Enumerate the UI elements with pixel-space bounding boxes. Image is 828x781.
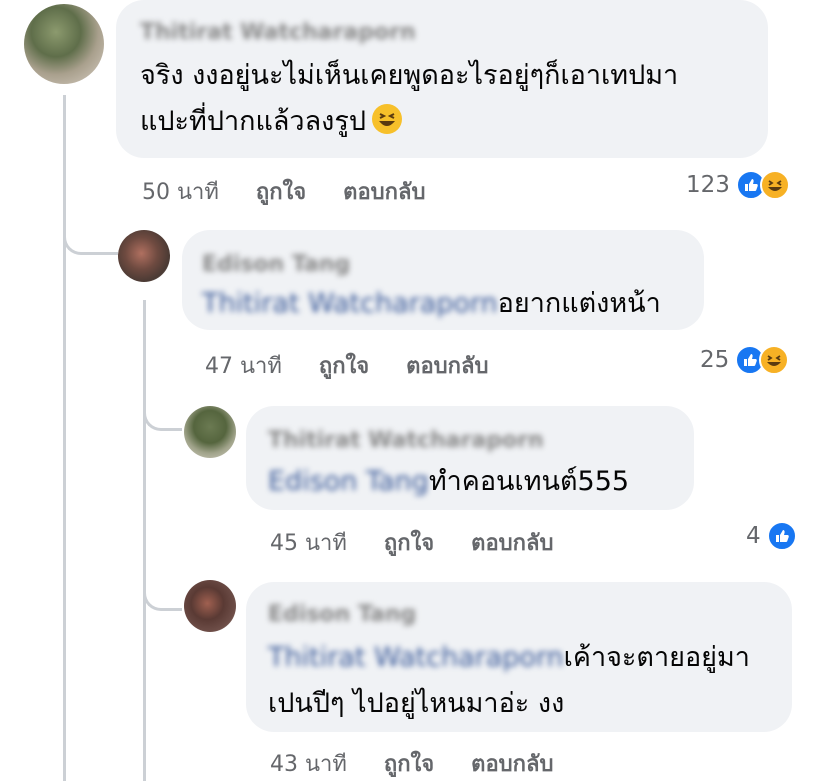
thread-connector: [63, 200, 118, 255]
comment-text: Thitirat Watcharapornอยากแต่งหน้า: [202, 288, 661, 319]
comment-text-line: Thitirat Watcharapornเค้าจะตายอยู่มา: [268, 642, 750, 673]
reactions[interactable]: 25: [700, 345, 790, 375]
laughing-emoji-icon: [371, 104, 402, 134]
comment-meta: 45 นาที ถูกใจ ตอบกลับ: [270, 525, 553, 560]
avatar[interactable]: [118, 230, 170, 282]
comment-time[interactable]: 47 นาที: [205, 354, 282, 379]
comment-bubble: Edison Tang Thitirat Watcharapornเค้าจะต…: [246, 582, 792, 732]
comment-text-line: จริง งงอยู่นะไม่เห็นเคยพูดอะไรอยู่ๆก็เอา…: [140, 60, 679, 91]
reactions[interactable]: 123: [686, 170, 790, 200]
like-button[interactable]: ถูกใจ: [384, 752, 434, 777]
comment-meta: 43 นาที ถูกใจ ตอบกลับ: [270, 746, 553, 781]
thread-connector: [143, 390, 182, 431]
thread-connector: [143, 570, 182, 611]
reply-button[interactable]: ตอบกลับ: [343, 180, 425, 205]
comment-author[interactable]: Edison Tang: [202, 252, 350, 277]
reply-button[interactable]: ตอบกลับ: [471, 531, 553, 556]
reaction-count: 123: [686, 172, 730, 198]
reaction-count: 25: [700, 347, 730, 373]
comment-meta: 50 นาที ถูกใจ ตอบกลับ: [142, 174, 425, 209]
comment-time[interactable]: 45 นาที: [270, 531, 347, 556]
comment-author[interactable]: Edison Tang: [268, 602, 416, 627]
mention-link[interactable]: Edison Tang: [268, 466, 429, 497]
comment-time[interactable]: 50 นาที: [142, 180, 219, 205]
mention-link[interactable]: Thitirat Watcharaporn: [268, 642, 564, 673]
comment-text: Edison Tangทำคอนเทนต์555: [268, 466, 630, 497]
comment-time[interactable]: 43 นาที: [270, 752, 347, 777]
comment-bubble: Edison Tang Thitirat Watcharapornอยากแต่…: [182, 230, 704, 330]
thread-line: [143, 300, 146, 781]
mention-link[interactable]: Thitirat Watcharaporn: [202, 288, 498, 319]
comment-text-line: แปะที่ปากแล้วลงรูป: [140, 100, 402, 144]
like-button[interactable]: ถูกใจ: [319, 354, 369, 379]
avatar[interactable]: [184, 406, 236, 458]
avatar[interactable]: [24, 4, 104, 84]
thread-line: [63, 95, 66, 781]
haha-icon: [759, 170, 790, 200]
reactions[interactable]: 4: [746, 521, 797, 551]
haha-icon: [759, 345, 790, 375]
comment-bubble: Thitirat Watcharaporn จริง งงอยู่นะไม่เห…: [116, 0, 768, 158]
comment-meta: 47 นาที ถูกใจ ตอบกลับ: [205, 348, 488, 383]
reply-button[interactable]: ตอบกลับ: [471, 752, 553, 777]
like-button[interactable]: ถูกใจ: [256, 180, 306, 205]
reaction-count: 4: [746, 523, 761, 549]
avatar[interactable]: [184, 580, 236, 632]
like-button[interactable]: ถูกใจ: [384, 531, 434, 556]
like-icon: [766, 521, 797, 551]
comment-author[interactable]: Thitirat Watcharaporn: [268, 428, 544, 453]
reply-button[interactable]: ตอบกลับ: [406, 354, 488, 379]
comment-author[interactable]: Thitirat Watcharaporn: [140, 20, 416, 45]
comment-text-line: เปนปีๆ ไปอยู่ไหนมาอ่ะ งง: [268, 688, 565, 719]
comment-bubble: Thitirat Watcharaporn Edison Tangทำคอนเท…: [246, 406, 694, 510]
